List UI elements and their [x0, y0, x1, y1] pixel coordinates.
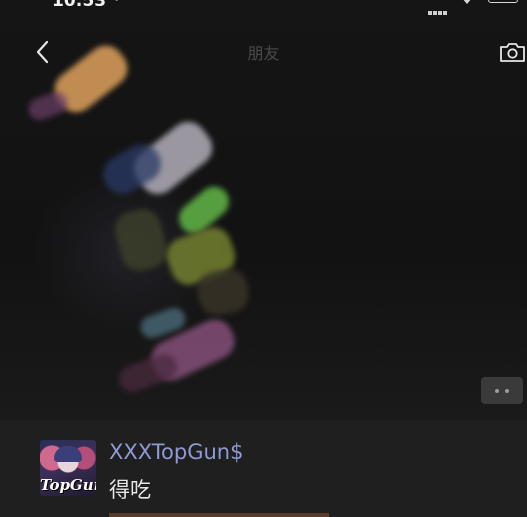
avatar-hair — [54, 446, 82, 462]
status-time: 10:53 ⁴ — [52, 0, 120, 11]
moments-screen: 10:53 ⁴ 朋友 TopGun XXXTopGun$ 得吃 — [0, 0, 527, 517]
signature-text: 得吃 — [109, 478, 151, 502]
cover-stroke-dark-olive — [111, 205, 171, 275]
avatar-logo-text: TopGun — [40, 476, 96, 494]
signal-icon — [428, 0, 450, 15]
camera-icon — [500, 43, 525, 62]
battery-icon — [488, 0, 518, 3]
camera-button[interactable] — [496, 38, 527, 66]
status-bar: 10:53 ⁴ — [0, 0, 527, 15]
more-dots-icon — [495, 389, 499, 393]
avatar[interactable]: TopGun — [40, 440, 96, 496]
post-image-preview[interactable] — [109, 513, 329, 517]
nav-title: 朋友 — [247, 44, 280, 63]
cover-stroke-purple — [25, 88, 71, 124]
wifi-icon — [463, 0, 471, 4]
cover-stroke-maroon — [115, 350, 181, 396]
more-button[interactable] — [481, 377, 523, 404]
username[interactable]: XXXTopGun$ — [109, 440, 243, 464]
more-dots-icon — [505, 389, 509, 393]
